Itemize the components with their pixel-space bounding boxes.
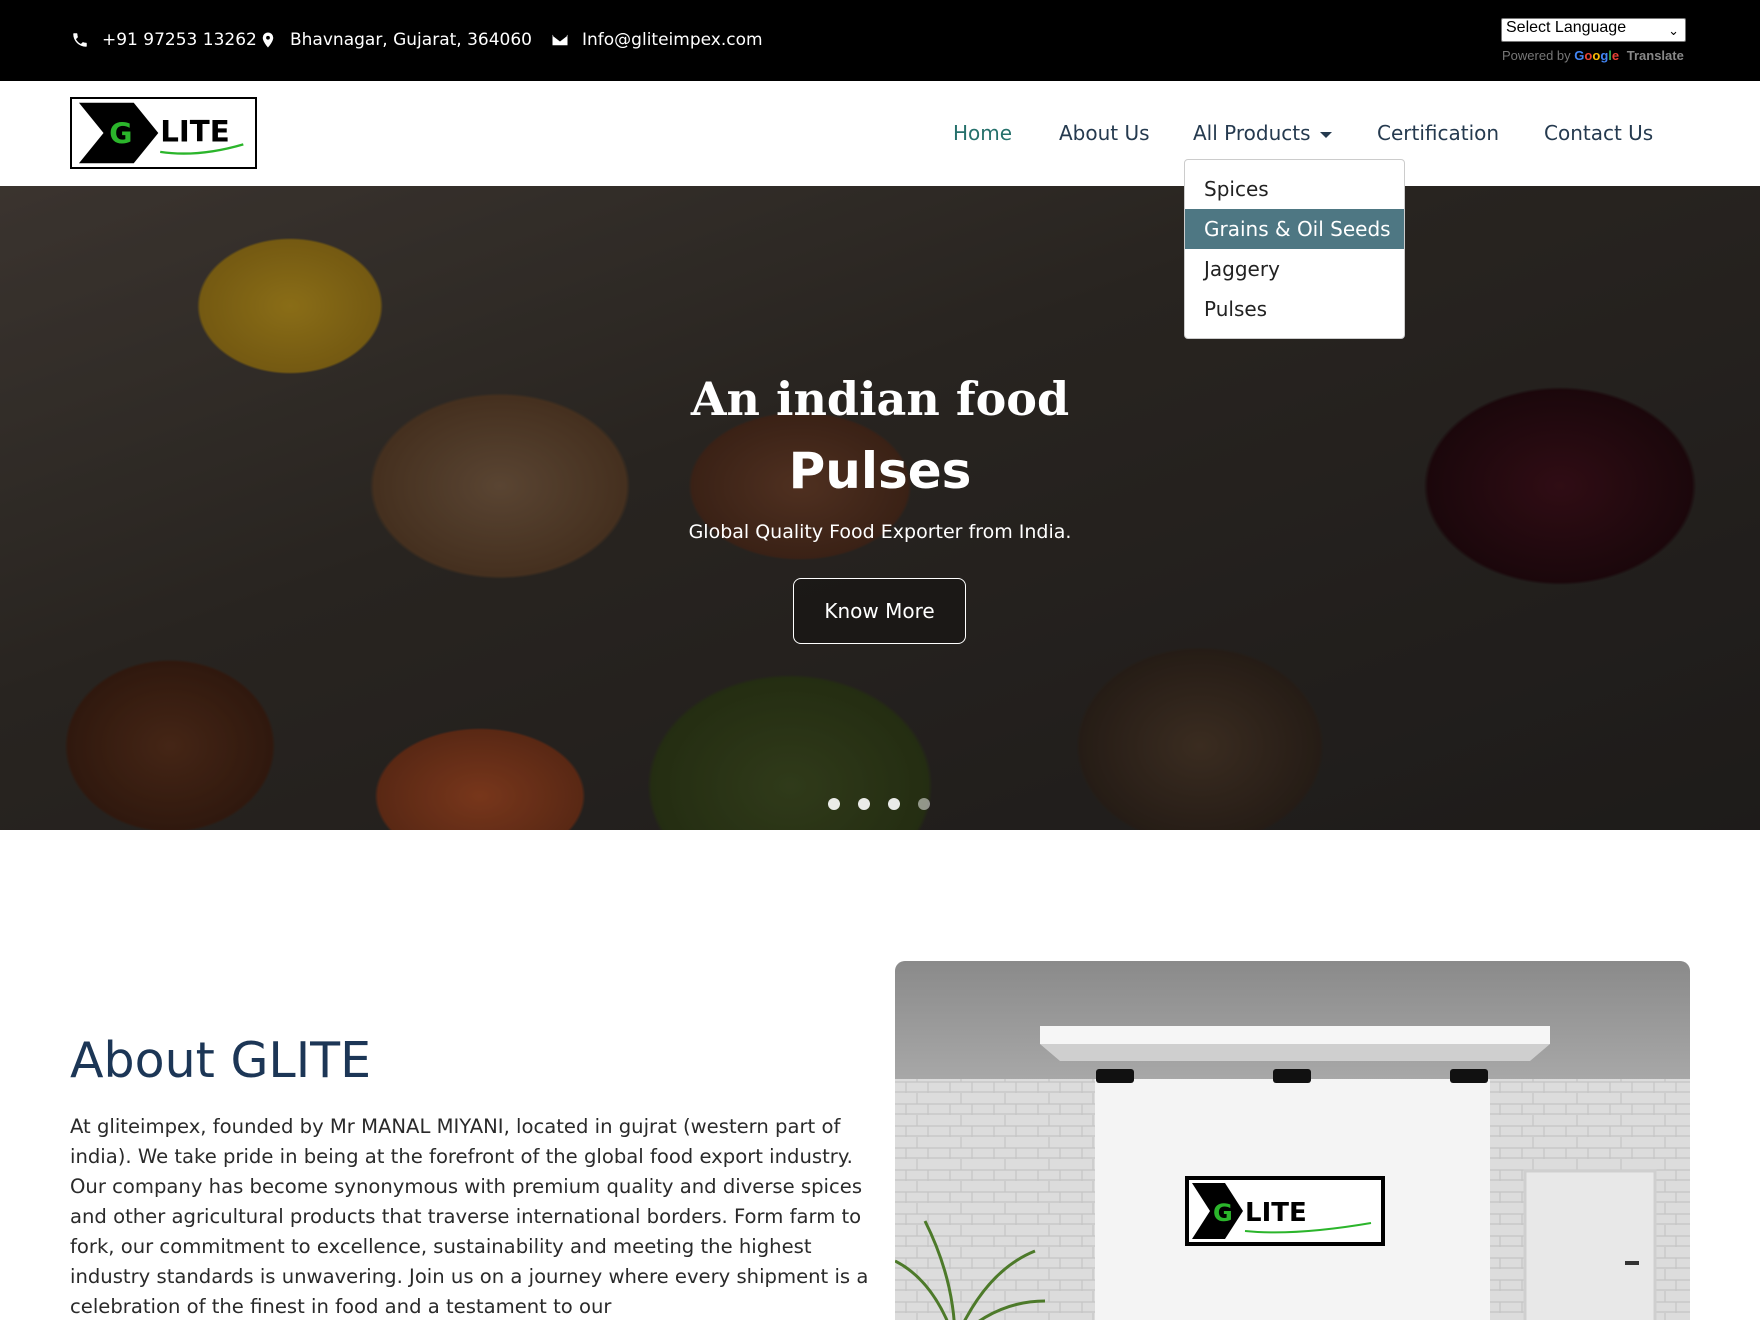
hero-caption: An indian food Pulses Global Quality Foo…: [0, 186, 1760, 830]
nav-contact-us[interactable]: Contact Us: [1544, 121, 1653, 145]
nav-certification[interactable]: Certification: [1377, 121, 1499, 145]
products-dropdown-menu: Spices Grains & Oil Seeds Jaggery Pulses: [1184, 159, 1405, 339]
nav-all-products-label: All Products: [1193, 121, 1311, 145]
hero-title: Pulses: [788, 442, 972, 500]
dropdown-item-spices[interactable]: Spices: [1185, 169, 1404, 209]
svg-text:G: G: [1213, 1199, 1233, 1227]
main-navbar: G LITE Home About Us All Products Certif…: [0, 81, 1760, 186]
office-reception-image: G LITE: [895, 961, 1690, 1320]
carousel-dot-1[interactable]: [828, 798, 840, 810]
about-text: At gliteimpex, founded by Mr MANAL MIYAN…: [70, 1115, 869, 1318]
language-select[interactable]: Select Language ⌄: [1501, 18, 1686, 42]
nav-about-us[interactable]: About Us: [1059, 121, 1150, 145]
hero-kicker: An indian food: [690, 372, 1070, 426]
translate-link[interactable]: Translate: [1627, 48, 1684, 63]
language-select-value: Select Language: [1506, 19, 1627, 36]
know-more-button[interactable]: Know More: [793, 578, 966, 644]
phone-number: +91 97253 13262: [102, 30, 257, 50]
carousel-dot-2[interactable]: [858, 798, 870, 810]
google-logo-icon: Google: [1574, 48, 1620, 63]
powered-by-label: Powered by: [1502, 48, 1571, 63]
site-logo[interactable]: G LITE: [70, 97, 257, 169]
carousel-indicators: [828, 798, 930, 810]
dropdown-item-grains-oil-seeds[interactable]: Grains & Oil Seeds: [1185, 209, 1404, 249]
caret-down-icon: [1319, 131, 1332, 138]
nav-home[interactable]: Home: [953, 121, 1012, 145]
logo-letter: G: [109, 117, 132, 150]
hero-carousel: An indian food Pulses Global Quality Foo…: [0, 186, 1760, 830]
location-pin-icon: [258, 30, 278, 50]
carousel-dot-3[interactable]: [888, 798, 900, 810]
address-contact: Bhavnagar, Gujarat, 364060: [258, 28, 532, 52]
envelope-icon: [550, 30, 570, 50]
email-contact[interactable]: Info@gliteimpex.com: [550, 28, 763, 52]
nav-all-products[interactable]: All Products: [1193, 121, 1332, 145]
chevron-down-icon: ⌄: [1668, 23, 1679, 38]
powered-by-google: Powered by Google Translate: [1502, 48, 1684, 63]
top-contact-bar: +91 97253 13262 Bhavnagar, Gujarat, 3640…: [0, 0, 1760, 81]
language-selector[interactable]: Select Language ⌄: [1501, 18, 1686, 42]
svg-text:LITE: LITE: [1245, 1198, 1307, 1228]
dropdown-item-jaggery[interactable]: Jaggery: [1185, 249, 1404, 289]
hero-subtitle: Global Quality Food Exporter from India.: [688, 521, 1072, 543]
logo-text: LITE: [160, 115, 230, 149]
email-text: Info@gliteimpex.com: [582, 30, 763, 50]
about-title: About GLITE: [70, 1032, 372, 1089]
carousel-dot-4[interactable]: [918, 798, 930, 810]
phone-icon: [70, 30, 90, 50]
dropdown-item-pulses[interactable]: Pulses: [1185, 289, 1404, 329]
address-text: Bhavnagar, Gujarat, 364060: [290, 30, 532, 50]
phone-contact[interactable]: +91 97253 13262: [70, 28, 257, 52]
